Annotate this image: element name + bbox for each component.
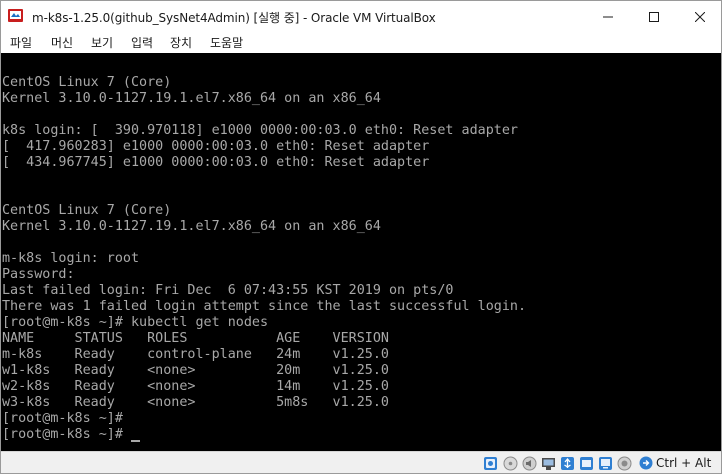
console-line: NAME STATUS ROLES AGE VERSION	[2, 331, 389, 346]
status-bar: Ctrl + Alt	[1, 451, 721, 473]
close-icon	[695, 11, 705, 22]
host-key-label: Ctrl + Alt	[656, 456, 712, 470]
menu-help[interactable]: 도움말	[210, 34, 243, 51]
recording-icon[interactable]	[617, 456, 632, 471]
hard-disk-icon[interactable]	[483, 456, 498, 471]
console-line: [root@m-k8s ~]# kubectl get nodes	[2, 315, 269, 330]
menu-devices[interactable]: 장치	[170, 34, 192, 51]
window-title: m-k8s-1.25.0(github_SysNet4Admin) [실행 중]…	[32, 11, 436, 25]
shared-folders-icon[interactable]	[579, 456, 594, 471]
audio-icon[interactable]	[522, 456, 537, 471]
console-line: CentOS Linux 7 (Core)	[2, 203, 172, 218]
console-line: Password:	[2, 267, 75, 282]
close-button[interactable]	[677, 1, 722, 32]
console-line: There was 1 failed login attempt since t…	[2, 299, 527, 314]
menu-view[interactable]: 보기	[91, 34, 113, 51]
console-line: CentOS Linux 7 (Core)	[2, 75, 172, 90]
console-cursor	[131, 440, 140, 442]
host-key-arrow-icon	[639, 456, 653, 470]
virtualbox-app-icon[interactable]	[7, 7, 24, 24]
network-icon[interactable]	[541, 456, 556, 471]
console-line: w1-k8s Ready <none> 20m v1.25.0	[2, 363, 389, 378]
menu-input[interactable]: 입력	[131, 34, 153, 51]
console-line: m-k8s login: root	[2, 251, 140, 266]
console-line: w2-k8s Ready <none> 14m v1.25.0	[2, 379, 389, 394]
usb-icon[interactable]	[560, 456, 575, 471]
console-line: w3-k8s Ready <none> 5m8s v1.25.0	[2, 395, 389, 410]
console-line: [ 417.960283] e1000 0000:00:03.0 eth0: R…	[2, 139, 430, 154]
console-line: Kernel 3.10.0-1127.19.1.el7.x86_64 on an…	[2, 91, 381, 106]
minimize-icon	[603, 16, 613, 17]
menu-machine[interactable]: 머신	[51, 34, 73, 51]
console-line: m-k8s Ready control-plane 24m v1.25.0	[2, 347, 389, 362]
console-line: Kernel 3.10.0-1127.19.1.el7.x86_64 on an…	[2, 219, 381, 234]
maximize-icon	[649, 11, 659, 22]
console-line: [ 434.967745] e1000 0000:00:03.0 eth0: R…	[2, 155, 430, 170]
menu-bar: 파일 머신 보기 입력 장치 도움말	[1, 32, 721, 53]
console-line: Last failed login: Fri Dec 6 07:43:55 KS…	[2, 283, 454, 298]
minimize-button[interactable]	[585, 1, 631, 32]
display-icon[interactable]	[598, 456, 613, 471]
console-line: [root@m-k8s ~]#	[2, 427, 131, 442]
virtualbox-window: m-k8s-1.25.0(github_SysNet4Admin) [실행 중]…	[0, 0, 722, 474]
console-line: [root@m-k8s ~]#	[2, 411, 123, 426]
title-bar[interactable]: m-k8s-1.25.0(github_SysNet4Admin) [실행 중]…	[1, 1, 721, 32]
optical-drive-icon[interactable]	[503, 456, 518, 471]
maximize-button[interactable]	[631, 1, 677, 32]
console-line: k8s login: [ 390.970118] e1000 0000:00:0…	[2, 123, 518, 138]
menu-file[interactable]: 파일	[10, 34, 32, 51]
vm-console-screen[interactable]: CentOS Linux 7 (Core) Kernel 3.10.0-1127.…	[1, 53, 721, 451]
